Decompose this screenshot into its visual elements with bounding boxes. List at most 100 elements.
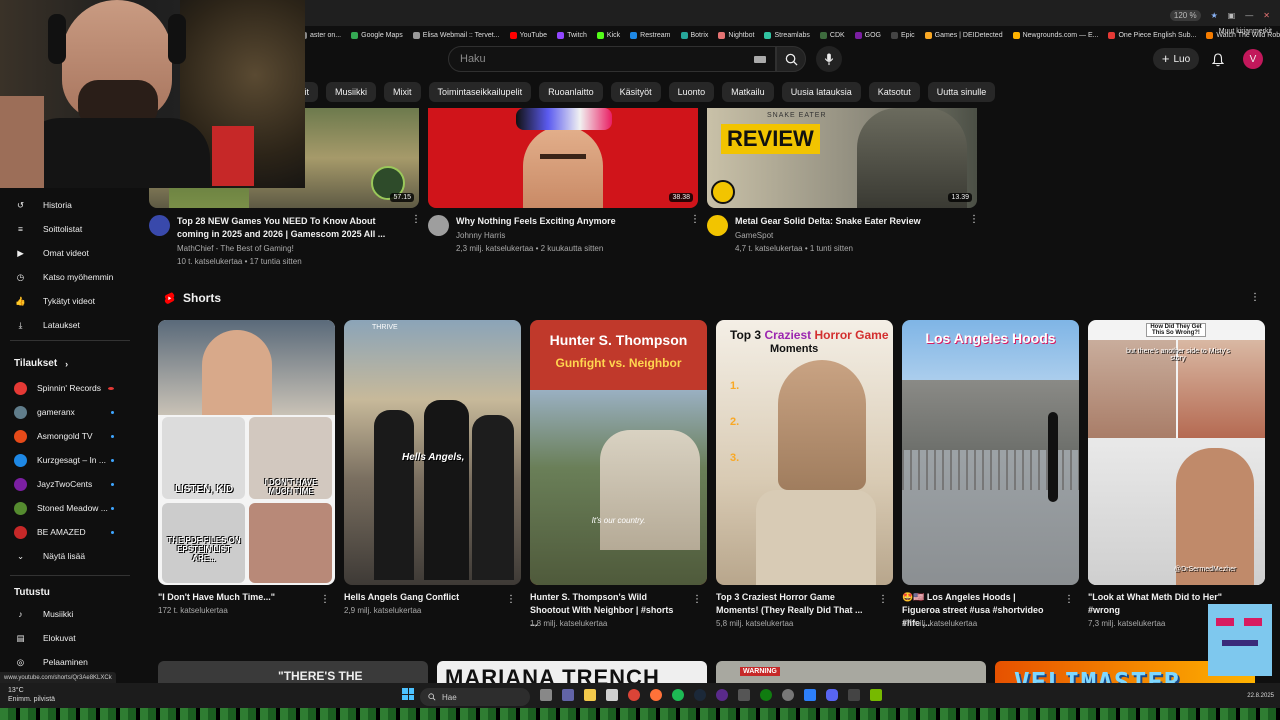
chrome-icon[interactable] [628,689,640,701]
sidebar-item[interactable]: ↺ Historia [14,195,72,215]
channel-avatar[interactable] [707,215,728,236]
bookmark-item[interactable]: CDK [819,31,845,39]
filter-chip[interactable]: Musiikki [326,82,377,102]
filter-chip[interactable]: Käsityöt [610,82,661,102]
video-thumbnail[interactable]: 38.38 [428,108,698,208]
bookmark-item[interactable]: aster on... [300,31,341,39]
bookmark-item[interactable]: Games | DEIDetected [924,31,1003,39]
channel-name[interactable]: GameSpot [735,231,773,240]
keyboard-icon[interactable] [754,56,766,63]
notifications-button[interactable] [1208,50,1228,70]
sidebar-item[interactable]: ◷ Katso myöhemmin [14,267,114,287]
more-actions-icon[interactable]: ⋮ [411,214,421,225]
task-view-icon[interactable] [540,689,552,701]
bookmark-item[interactable]: Newgrounds.com — E... [1012,31,1098,39]
steam-icon[interactable] [694,689,706,701]
more-actions-icon[interactable]: ⋮ [692,594,702,605]
bookmark-item[interactable]: GOG [854,31,881,39]
bookmark-item[interactable]: Botrix [680,31,708,39]
subscription-item[interactable]: Kurzgesagt – In ... [14,450,134,470]
other-bookmarks[interactable]: Muut kirjanmerkit [1219,28,1272,35]
subscription-item[interactable]: Spinnin' Records [14,378,134,398]
more-actions-icon[interactable]: ⋮ [1064,594,1074,605]
sidebar-item[interactable]: ≡ Soittolistat [14,219,82,239]
channel-avatar[interactable] [149,215,170,236]
nvidia-icon[interactable] [870,689,882,701]
zoom-level[interactable]: 120 % [1169,10,1201,21]
more-actions-icon[interactable]: ⋮ [690,214,700,225]
video-thumbnail[interactable]: WARNING [716,661,986,683]
more-actions-icon[interactable]: ⋮ [506,594,516,605]
create-button[interactable]: + Luo [1153,48,1199,70]
short-title[interactable]: Hells Angels Gang Conflict [344,591,494,604]
search-button[interactable] [776,46,806,72]
bookmark-item[interactable]: One Piece English Sub... [1108,31,1196,39]
voice-search-button[interactable] [816,46,842,72]
firefox-icon[interactable] [650,689,662,701]
sidebar-item[interactable]: ▤ Elokuvat [14,628,75,648]
settings-icon[interactable] [782,689,794,701]
filter-chip[interactable]: Mixit [384,82,421,102]
bookmark-item[interactable]: Twitch [557,31,587,39]
channel-avatar[interactable] [428,215,449,236]
shelf-menu-icon[interactable]: ⋮ [1250,292,1260,303]
video-thumbnail[interactable]: SNAKE EATER REVIEW 13.39 [707,108,977,208]
filter-chip[interactable]: Uutta sinulle [927,82,996,102]
more-actions-icon[interactable]: ⋮ [969,214,979,225]
taskbar-search[interactable]: Hae [420,688,530,706]
subscription-item[interactable]: BE AMAZED [14,522,134,542]
xbox-icon[interactable] [760,689,772,701]
short-thumbnail[interactable]: How Did They Get This So Wrong?! but the… [1088,320,1265,585]
show-more-button[interactable]: ⌄ Näytä lisää [14,546,85,566]
sidebar-item[interactable]: ⤓ Lataukset [14,315,80,335]
channel-name[interactable]: Johnny Harris [456,231,505,240]
search-input[interactable]: Haku [448,46,776,72]
obs-icon[interactable] [716,689,728,701]
video-title[interactable]: Metal Gear Solid Delta: Snake Eater Revi… [735,215,955,228]
short-thumbnail[interactable]: THRIVE Hells Angels, [344,320,521,585]
sidebar-item[interactable]: ▶ Omat videot [14,243,89,263]
short-thumbnail[interactable]: LISTEN, KID I DON'T HAVE MUCH TIME THE P… [158,320,335,585]
discord-icon[interactable] [826,689,838,701]
subscription-item[interactable]: Stoned Meadow ... [14,498,134,518]
filter-chip[interactable]: Katsotut [868,82,920,102]
star-icon[interactable]: ★ [1211,11,1218,20]
subscriptions-heading[interactable]: Tilaukset › [14,358,68,369]
more-actions-icon[interactable]: ⋮ [320,594,330,605]
short-thumbnail[interactable]: Top 3 Craziest Horror Game Moments 1. 2.… [716,320,893,585]
subscription-item[interactable]: Asmongold TV [14,426,134,446]
app-icon[interactable] [804,689,816,701]
video-thumbnail[interactable]: "THERE'S THE [158,661,428,683]
close-window-icon[interactable]: ✕ [1263,11,1270,20]
video-title[interactable]: Why Nothing Feels Exciting Anymore [456,215,676,228]
teams-icon[interactable] [562,689,574,701]
more-actions-icon[interactable]: ⋮ [878,594,888,605]
short-thumbnail[interactable]: Los Angeles Hoods [902,320,1079,585]
bookmark-item[interactable]: Kick [596,31,620,39]
video-title[interactable]: Top 28 NEW Games You NEED To Know About … [177,215,397,241]
app-icon[interactable] [848,689,860,701]
short-title[interactable]: Top 3 Craziest Horror Game Moments! (The… [716,591,866,617]
spotify-icon[interactable] [672,689,684,701]
short-thumbnail[interactable]: Hunter S. Thompson Gunfight vs. Neighbor… [530,320,707,585]
account-avatar[interactable]: V [1243,49,1263,69]
windows-start-icon[interactable] [402,688,414,700]
extensions-icon[interactable]: ▣ [1228,11,1236,20]
bookmark-item[interactable]: Nightbot [718,31,754,39]
channel-name[interactable]: MathChief - The Best of Gaming! [177,244,294,253]
minimize-icon[interactable]: — [1245,11,1253,20]
bookmark-item[interactable]: Google Maps [351,31,403,39]
bookmark-item[interactable]: Epic [891,31,915,39]
filter-chip[interactable]: Uusia latauksia [781,82,861,102]
filter-chip[interactable]: Ruoanlaitto [539,82,603,102]
file-explorer-icon[interactable] [584,689,596,701]
weather-widget[interactable]: 13°C Enimm. pilvistä [8,686,55,704]
subscription-item[interactable]: gameranx [14,402,134,422]
subscription-item[interactable]: JayzTwoCents [14,474,134,494]
sidebar-item[interactable]: ♪ Musiikki [14,604,73,624]
bookmark-item[interactable]: Restream [630,31,671,39]
filter-chip[interactable]: Toimintaseikkailupelit [428,82,532,102]
bookmark-item[interactable]: Streamlabs [764,31,810,39]
sidebar-item[interactable]: 👍 Tykätyt videot [14,291,95,311]
store-icon[interactable] [606,689,618,701]
